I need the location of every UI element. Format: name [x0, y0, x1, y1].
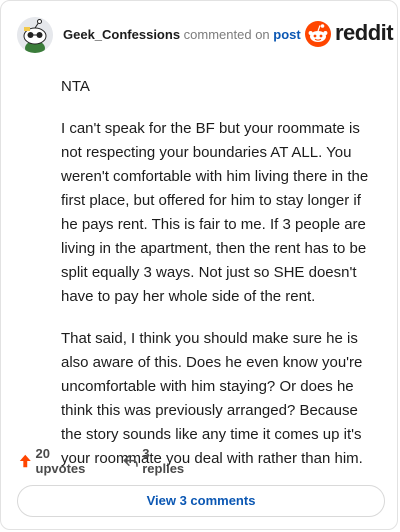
comment-paragraph: I can't speak for the BF but your roomma…: [61, 120, 369, 305]
comment-paragraph: That said, I think you should make sure …: [61, 330, 363, 467]
byline-action: commented on: [183, 27, 270, 42]
snoo-avatar-icon: [17, 17, 53, 53]
upvote-button[interactable]: 20 upvotes: [19, 446, 89, 476]
post-link[interactable]: post: [273, 27, 300, 42]
upvote-count: 20 upvotes: [35, 446, 86, 476]
reply-arrow-icon: [123, 455, 138, 467]
reply-button[interactable]: 3 replies: [123, 446, 187, 476]
reddit-logo[interactable]: reddit: [305, 20, 394, 47]
reddit-wordmark: reddit: [335, 20, 394, 45]
comment-header: Geek_Confessions commented on post reddi…: [17, 17, 394, 53]
avatar[interactable]: [17, 17, 53, 53]
reply-count: 3 replies: [142, 446, 185, 476]
comment-body: NTA I can't speak for the BF but your ro…: [61, 75, 379, 489]
comment-card: Geek_Confessions commented on post reddi…: [0, 0, 398, 530]
reddit-logo-icon: [305, 21, 331, 47]
username[interactable]: Geek_Confessions: [63, 27, 180, 42]
upvote-arrow-icon: [19, 454, 31, 468]
byline: Geek_Confessions commented on post: [63, 27, 301, 43]
comment-paragraph: NTA: [61, 78, 90, 95]
view-comments-button[interactable]: View 3 comments: [17, 485, 385, 517]
